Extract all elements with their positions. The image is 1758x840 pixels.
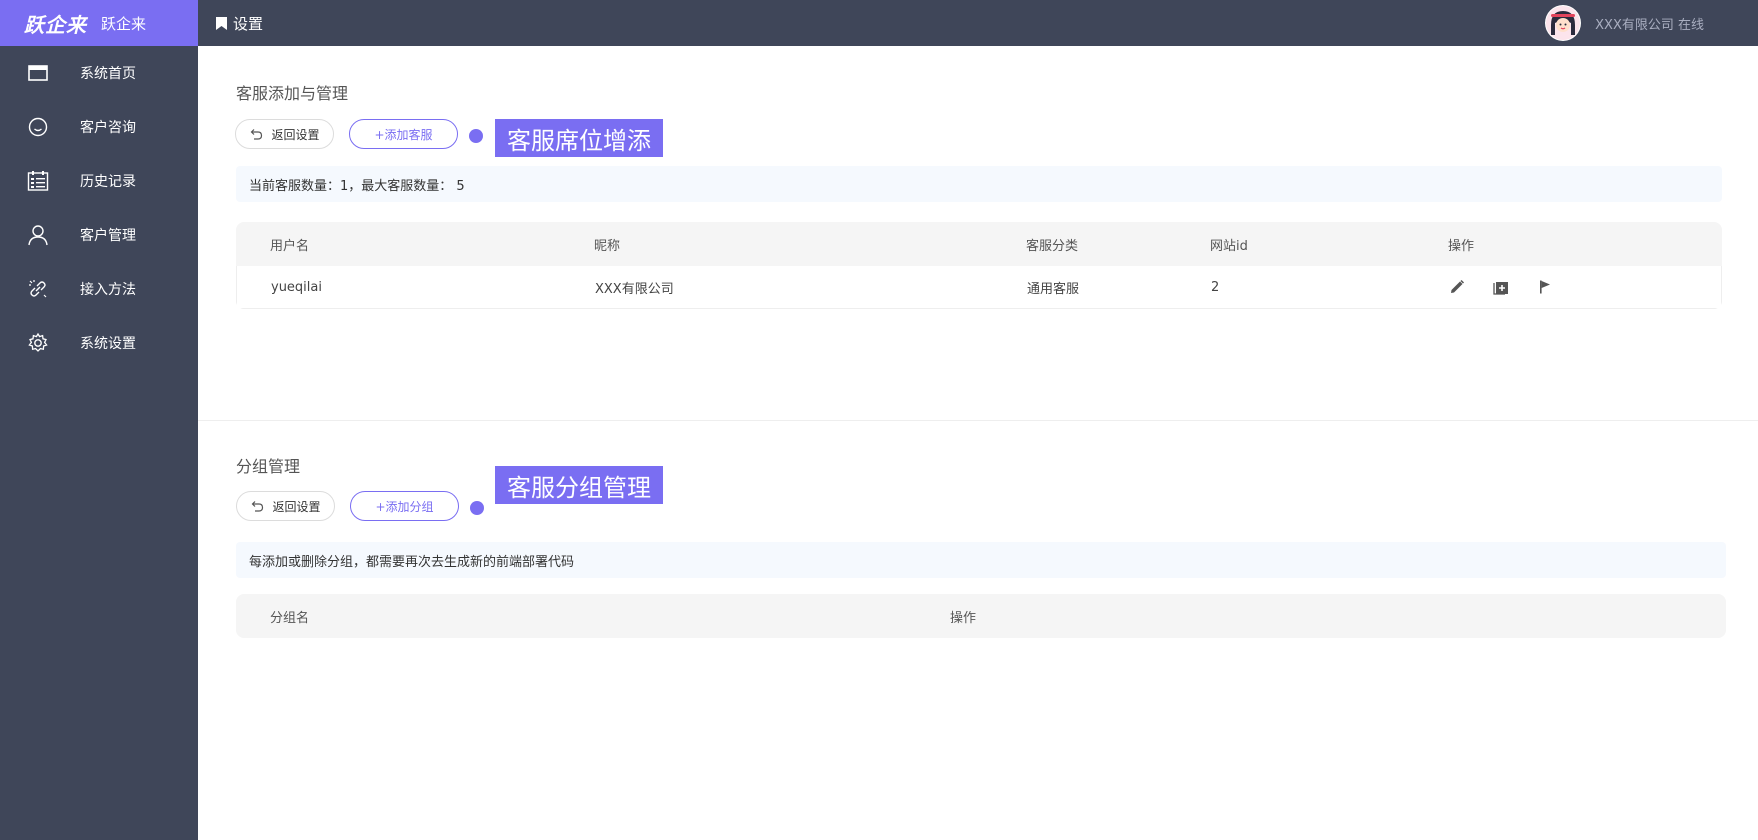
sidebar-item-label: 接入方法 [80, 282, 136, 298]
agents-section: 客服添加与管理 返回设置 +添加客服 客服席位增添 当前客服数量：1，最大客服数… [198, 46, 1758, 420]
user-status-text: XXX有限公司 在线 [1595, 17, 1704, 33]
sidebar-item-integration[interactable]: 接入方法 [0, 262, 198, 316]
table-row: yueqilai XXX有限公司 通用客服 2 [236, 266, 1722, 309]
site-id-cell: 2 [1211, 279, 1220, 295]
sidebar-item-label: 系统设置 [80, 336, 136, 352]
user-menu[interactable]: XXX有限公司 在线 [1545, 5, 1704, 41]
actions-cell [1447, 266, 1555, 308]
sidebar-item-label: 历史记录 [80, 174, 136, 190]
table-header: 分组名 操作 [236, 594, 1726, 638]
gear-icon [26, 331, 50, 355]
browser-window-icon [26, 61, 50, 85]
column-header: 分组名 [270, 610, 310, 626]
agents-table: 用户名 昵称 客服分类 网站id 操作 yueqilai XXX有限公司 通用客… [236, 222, 1722, 309]
back-button-label: 返回设置 [271, 127, 320, 142]
breadcrumb[interactable]: 设置 [216, 13, 263, 34]
sidebar-item-label: 系统首页 [80, 66, 136, 82]
callout-label: 客服分组管理 [495, 466, 663, 504]
column-header: 用户名 [270, 238, 310, 254]
column-header: 昵称 [594, 238, 621, 254]
groups-table: 分组名 操作 [236, 594, 1726, 638]
link-icon [26, 277, 50, 301]
back-button-label: 返回设置 [272, 499, 321, 514]
sidebar: 跃企来 跃企来 系统首页 客户咨询 历史记录 客户管理 接入方法 系统设置 [0, 0, 198, 840]
column-header: 网站id [1210, 238, 1248, 254]
callout-dot [469, 129, 483, 143]
avatar[interactable] [1545, 5, 1582, 41]
brand-name: 跃企来 [101, 14, 147, 33]
category-cell: 通用客服 [1027, 281, 1080, 297]
sidebar-item-consult[interactable]: 客户咨询 [0, 100, 198, 154]
back-to-settings-button[interactable]: 返回设置 [235, 119, 334, 149]
sidebar-item-label: 客户咨询 [80, 120, 136, 136]
table-header: 用户名 昵称 客服分类 网站id 操作 [236, 222, 1722, 266]
add-group-label: +添加分组 [375, 499, 434, 514]
smiley-icon [26, 115, 50, 139]
user-icon [26, 223, 50, 247]
section-title: 客服添加与管理 [236, 84, 349, 103]
add-group-button[interactable]: +添加分组 [350, 491, 459, 521]
groups-section: 分组管理 返回设置 +添加分组 客服分组管理 每添加或删除分组，都需要再次去生成… [198, 421, 1758, 840]
column-header: 操作 [950, 610, 977, 626]
sidebar-item-home[interactable]: 系统首页 [0, 46, 198, 100]
breadcrumb-label: 设置 [233, 14, 264, 33]
add-agent-label: +添加客服 [374, 127, 433, 142]
flag-icon[interactable] [1535, 277, 1555, 297]
sidebar-item-customers[interactable]: 客户管理 [0, 208, 198, 262]
undo-icon [250, 499, 264, 513]
group-notice: 每添加或删除分组，都需要再次去生成新的前端部署代码 [236, 542, 1726, 578]
sidebar-item-settings[interactable]: 系统设置 [0, 316, 198, 370]
nickname-cell: XXX有限公司 [595, 281, 674, 297]
edit-icon[interactable] [1447, 277, 1467, 297]
brand-logo: 跃企来 [24, 12, 87, 37]
main-content: 客服添加与管理 返回设置 +添加客服 客服席位增添 当前客服数量：1，最大客服数… [198, 46, 1758, 840]
section-title: 分组管理 [236, 457, 301, 476]
undo-icon [249, 127, 263, 141]
agent-count-notice: 当前客服数量：1，最大客服数量： 5 [236, 166, 1722, 202]
calendar-list-icon [26, 169, 50, 193]
top-bar: 设置 XXX有限公司 在线 [198, 0, 1758, 46]
back-to-settings-button[interactable]: 返回设置 [236, 491, 335, 521]
column-header: 客服分类 [1026, 238, 1079, 254]
username-cell: yueqilai [271, 279, 322, 295]
callout-label: 客服席位增添 [495, 119, 663, 157]
sidebar-item-history[interactable]: 历史记录 [0, 154, 198, 208]
sidebar-item-label: 客户管理 [80, 228, 136, 244]
callout-dot [470, 501, 484, 515]
column-header: 操作 [1448, 238, 1475, 254]
add-box-icon[interactable] [1491, 277, 1511, 297]
bookmark-icon [216, 16, 227, 30]
add-agent-button[interactable]: +添加客服 [349, 119, 458, 149]
brand-header: 跃企来 跃企来 [0, 0, 198, 46]
